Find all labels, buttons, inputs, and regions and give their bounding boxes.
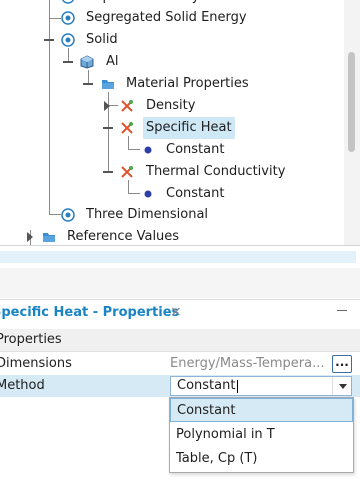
panel-title-tab[interactable]: Specific Heat - Properties [0,305,179,320]
expand-toggle-icon[interactable] [103,171,113,173]
expand-toggle-icon[interactable] [44,39,54,41]
expand-toggle-icon[interactable] [63,61,73,63]
model-icon [61,208,75,222]
expand-toggle-icon[interactable] [104,101,110,111]
minimize-icon[interactable] [337,310,347,311]
expand-toggle-icon[interactable] [27,232,33,242]
combobox-separator [332,377,333,395]
properties-header-label: Properties [0,332,62,347]
tree-item-specific-heat[interactable]: Specific Heat [0,117,344,139]
dropdown-option-polynomial[interactable]: Polynomial in T [170,423,353,447]
dropdown-option-table[interactable]: Table, Cp (T) [170,447,353,471]
property-icon [121,166,133,178]
property-key: Method [0,378,45,393]
property-row-method[interactable]: Method Constant [0,375,360,397]
folder-icon [43,233,55,242]
method-dot-icon [144,146,152,154]
property-row-dimensions[interactable]: Dimensions Energy/Mass-Tempera... ... [0,353,360,376]
dropdown-option-constant[interactable]: Constant [170,398,353,422]
tree-vertical-scrollbar[interactable] [344,0,360,245]
tree-item-segregated-solid-energy[interactable]: Segregated Solid Energy [0,7,344,29]
text-caret [237,380,238,393]
solver-icon [61,11,75,25]
ellipsis-button[interactable]: ... [332,355,352,373]
panel-divider [0,268,360,298]
material-cube-icon [80,55,94,69]
properties-header-row: Properties [0,329,360,352]
expand-toggle-icon[interactable] [83,83,93,85]
tree-item-three-dimensional[interactable]: Three Dimensional [0,204,344,226]
properties-panel-header: Specific Heat - Properties × [0,299,360,328]
method-dot-icon [144,190,152,198]
property-icon [121,100,133,112]
folder-icon [102,80,114,89]
tree-item-specific-heat-constant[interactable]: Constant [0,139,344,161]
tree-item-thermal-conductivity-constant[interactable]: Constant [0,183,344,205]
model-icon [61,33,75,47]
chevron-down-icon[interactable] [339,384,347,389]
tree-item-thermal-conductivity[interactable]: Thermal Conductivity [0,161,344,183]
property-icon [121,122,133,134]
horizontal-scrollbar[interactable] [0,245,360,269]
method-dropdown-list: Constant Polynomial in T Table, Cp (T) [169,397,354,473]
tree-item-material-properties[interactable]: Material Properties [0,73,344,95]
property-key: Dimensions [0,356,72,371]
combobox-value[interactable]: Constant [177,376,235,396]
solver-icon [61,0,75,4]
close-icon[interactable]: × [170,304,182,320]
simulation-tree: Implicit Unsteady Segregated Solid Energ… [0,0,344,245]
tree-item-solid[interactable]: Solid [0,29,344,51]
tree-item-density[interactable]: Density [0,95,344,117]
method-combobox[interactable]: Constant [170,376,352,396]
expand-toggle-icon[interactable] [103,127,113,129]
scrollbar-thumb[interactable] [348,52,355,152]
tree-item-reference-values[interactable]: Reference Values [0,226,344,245]
tree-item-al[interactable]: Al [0,51,344,73]
scrollbar-track[interactable] [0,251,356,263]
property-value: Energy/Mass-Tempera... [170,356,325,371]
